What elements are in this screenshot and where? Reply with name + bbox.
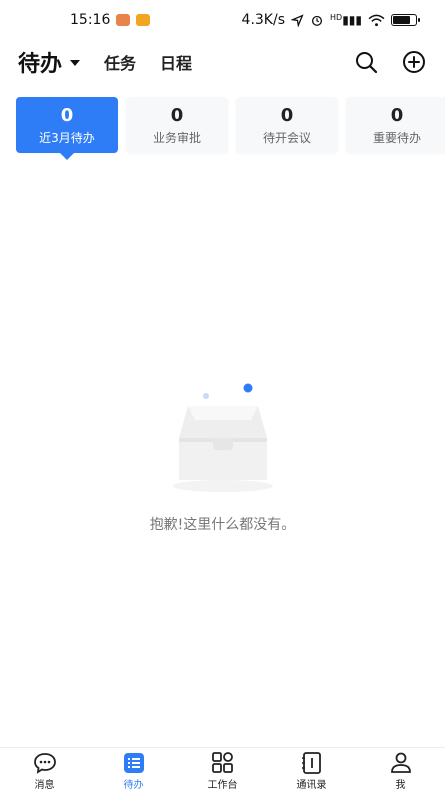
card-label: 重要待办 (372, 130, 421, 145)
signal-icon: HD▮▮▮ (330, 13, 362, 27)
grid-icon (211, 752, 233, 773)
card-count: 0 (60, 104, 74, 126)
card-count: 0 (170, 104, 184, 126)
user-icon (390, 752, 411, 773)
nav-label: 我 (395, 780, 406, 791)
nav-label: 通讯录 (296, 780, 327, 791)
nav-item-contacts[interactable]: 通讯录 (277, 752, 347, 791)
status-time: 15:16 (70, 12, 111, 28)
nav-item-me[interactable]: 我 (366, 752, 436, 791)
title-dropdown[interactable]: 待办 (18, 46, 81, 78)
alarm-icon (311, 15, 323, 26)
nav-item-todos[interactable]: 待办 (99, 752, 169, 791)
add-circle-icon (403, 51, 425, 73)
network-speed: 4.3K/s (241, 12, 285, 28)
list-icon (123, 753, 144, 773)
card-count: 0 (280, 104, 294, 126)
empty-box-icon (172, 383, 273, 492)
nav-item-workbench[interactable]: 工作台 (188, 752, 258, 791)
message-notification-icon (136, 14, 151, 26)
nav-label: 待办 (123, 780, 144, 791)
nav-label: 工作台 (207, 780, 238, 791)
battery-icon (391, 14, 420, 26)
app-notification-icon (116, 14, 131, 26)
contacts-book-icon (301, 752, 321, 774)
app-header: 待办 任务 日程 (0, 40, 445, 84)
status-left: 15:16 (70, 12, 151, 28)
header-actions (353, 49, 427, 75)
status-right: 4.3K/s HD▮▮▮ (241, 12, 420, 28)
card-label: 近3月待办 (39, 130, 95, 145)
signal-hd-label: HD (330, 13, 343, 22)
nav-label: 消息 (34, 780, 55, 791)
search-button[interactable] (353, 49, 379, 75)
card-business-approval[interactable]: 0 业务审批 (126, 97, 228, 153)
nav-item-messages[interactable]: 消息 (10, 752, 80, 791)
card-label: 待开会议 (262, 130, 311, 145)
card-recent-todos[interactable]: 0 近3月待办 (16, 97, 118, 160)
location-icon (291, 13, 304, 27)
chevron-down-icon (70, 60, 81, 66)
card-important-todos[interactable]: 0 重要待办 (346, 97, 445, 153)
empty-message: 抱歉!这里什么都没有。 (149, 517, 296, 533)
wifi-icon (368, 14, 385, 26)
card-upcoming-meetings[interactable]: 0 待开会议 (236, 97, 338, 153)
card-label: 业务审批 (152, 130, 201, 145)
add-button[interactable] (401, 49, 427, 75)
bottom-nav: 消息 待办 工作台 通讯录 我 (0, 747, 445, 795)
status-bar: 15:16 4.3K/s HD▮▮▮ (0, 0, 445, 40)
summary-cards: 0 近3月待办 0 业务审批 0 待开会议 0 重要待办 (16, 97, 445, 160)
empty-state: 抱歉!这里什么都没有。 (0, 378, 445, 534)
tab-schedule[interactable]: 日程 (160, 50, 192, 74)
tab-tasks[interactable]: 任务 (104, 50, 136, 74)
page-title: 待办 (18, 52, 63, 77)
search-icon (356, 52, 378, 74)
card-count: 0 (390, 104, 404, 126)
chat-bubble-icon (33, 753, 56, 774)
